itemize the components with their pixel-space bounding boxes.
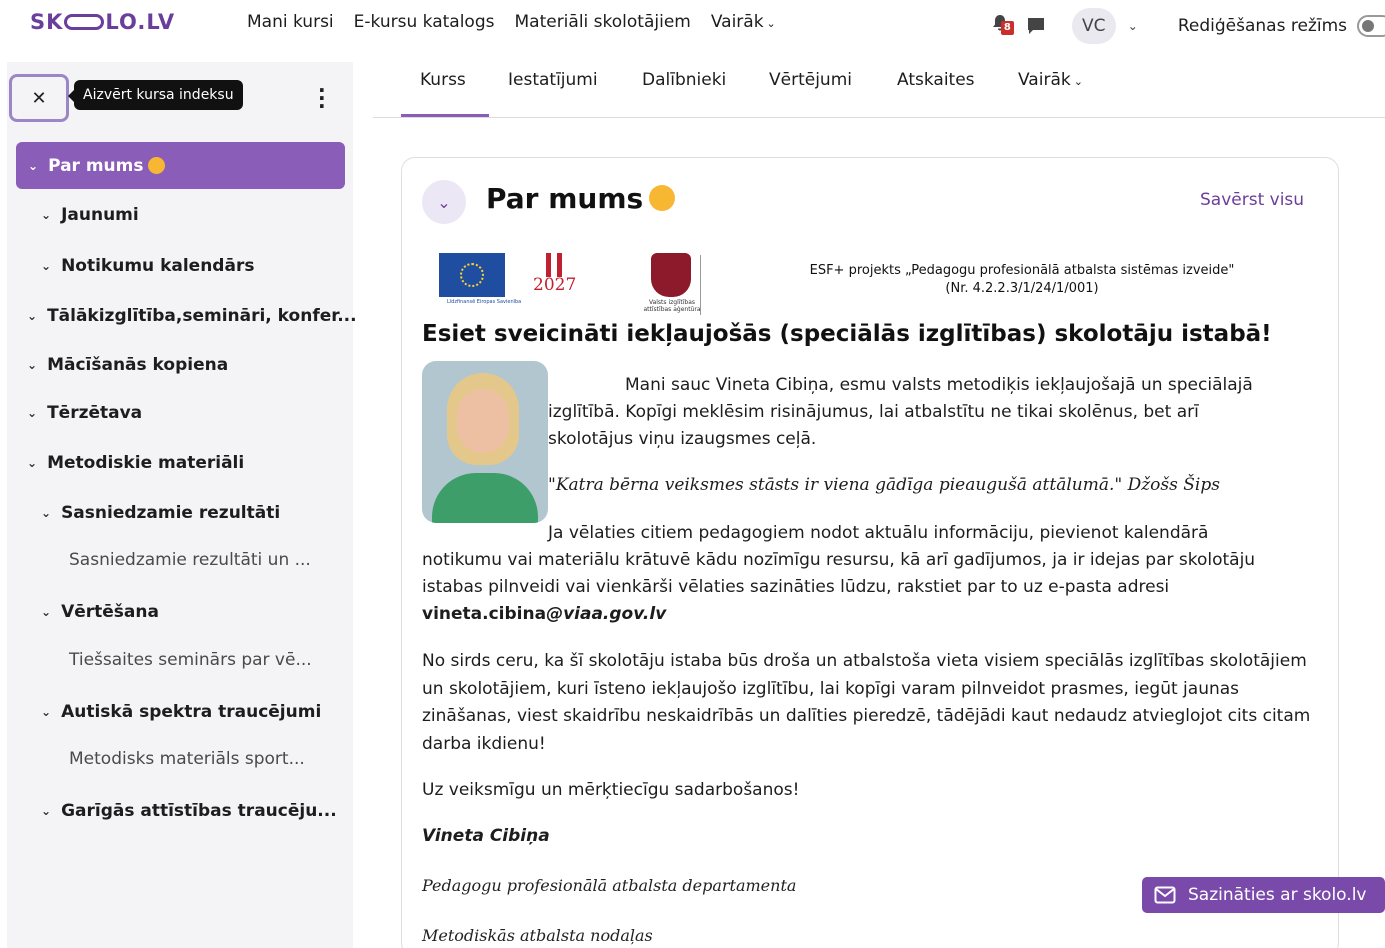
chevron-down-icon: ⌄ xyxy=(27,406,38,420)
course-index-activity[interactable]: Tiešsaites seminārs par vē... xyxy=(69,650,312,670)
eu-logo-caption: Līdzfinansē Eiropas Savienība xyxy=(447,299,522,305)
agency-logo-caption: Valsts izglītības attīstības aģentūra xyxy=(643,299,701,313)
photo-face xyxy=(457,389,509,453)
logo-oo-mark xyxy=(64,14,105,30)
tab-more[interactable]: Vairāk ⌄ xyxy=(1018,70,1083,90)
logo-2027-bars xyxy=(546,253,562,277)
course-secondary-nav: Kurss Iestatījumi Dalībnieki Vērtējumi A… xyxy=(373,62,1385,118)
section-title: Par mums xyxy=(486,182,676,215)
chevron-down-icon: ⌄ xyxy=(766,17,776,30)
photo-body xyxy=(432,473,538,523)
user-menu-chevron-icon[interactable]: ⌄ xyxy=(1128,19,1138,33)
eu-stars-icon xyxy=(460,263,484,287)
course-index-section[interactable]: ⌄ Sasniedzamie rezultāti xyxy=(41,490,280,536)
course-index-section[interactable]: ⌄ Mācīšanās kopiena xyxy=(27,342,228,388)
messages-icon[interactable] xyxy=(1026,16,1046,36)
course-index-section-active[interactable]: ⌄ Par mums xyxy=(16,142,345,189)
course-index-drawer: ✕ Aizvērt kursa indeksu · · · ⌄ Par mums ⌄… xyxy=(7,62,357,948)
contact-paragraph-line: istabas pilnveidi vai vienkārši vēlaties… xyxy=(422,577,1170,597)
chevron-down-icon: ⌄ xyxy=(41,804,52,818)
contact-paragraph-line: Ja vēlaties citiem pedagogiem nodot aktu… xyxy=(548,523,1209,543)
envelope-icon xyxy=(1154,886,1176,904)
tab-course[interactable]: Kurss xyxy=(420,70,466,90)
coat-of-arms-logo xyxy=(651,253,691,297)
course-index-section[interactable]: ⌄ Jaunumi xyxy=(41,192,139,238)
top-navbar: SK LO.LV Mani kursi E-kursu katalogs Mate… xyxy=(0,0,1385,50)
chevron-down-icon: ⌄ xyxy=(41,208,52,222)
chevron-down-icon: ⌄ xyxy=(27,309,38,323)
edit-mode-label: Rediģēšanas režīms xyxy=(1177,16,1347,36)
signature-name: Vineta Cibiņa xyxy=(422,826,550,846)
quote-text: "Katra bērna veiksmes stāsts ir viena gā… xyxy=(548,475,1220,495)
edit-mode-toggle[interactable] xyxy=(1357,15,1385,37)
contact-skolo-button[interactable]: Sazināties ar skolo.lv xyxy=(1142,877,1385,913)
section-collapse-button[interactable]: ⌄ xyxy=(422,180,466,224)
course-index-section[interactable]: ⌄ Tērzētava xyxy=(27,390,142,436)
intro-text-line: Mani sauc Vineta Cibiņa, esmu valsts met… xyxy=(625,375,1253,395)
welcome-heading: Esiet sveicināti iekļaujošās (speciālās … xyxy=(422,321,1272,347)
chevron-down-icon: ⌄ xyxy=(437,192,451,212)
smiley-emoji-icon xyxy=(649,185,676,211)
close-icon: ✕ xyxy=(31,87,47,109)
course-index-section[interactable]: ⌄ Vērtēšana xyxy=(41,589,159,635)
tab-grades[interactable]: Vērtējumi xyxy=(769,70,852,90)
chevron-down-icon: ⌄ xyxy=(28,158,39,173)
chevron-down-icon: ⌄ xyxy=(1073,75,1083,88)
tab-reports[interactable]: Atskaites xyxy=(897,70,975,90)
course-index-section[interactable]: ⌄ Tālākizglītība,semināri, konfer... xyxy=(27,293,357,339)
signature-unit: Metodiskās atbalsta nodaļas xyxy=(422,926,653,945)
contact-email-link[interactable]: vineta.cibina@viaa.gov.lv xyxy=(422,601,666,629)
nav-link-more[interactable]: Vairāk ⌄ xyxy=(711,12,776,32)
hope-paragraph: No sirds ceru, ka šī skolotāju istaba bū… xyxy=(422,651,1311,754)
primary-nav: Mani kursi E-kursu katalogs Materiāli sk… xyxy=(247,12,776,32)
nav-link-catalog[interactable]: E-kursu katalogs xyxy=(354,12,495,32)
course-index-activity[interactable]: Metodisks materiāls sport... xyxy=(69,749,305,769)
tab-settings[interactable]: Iestatījumi xyxy=(508,70,598,90)
intro-text-line: skolotājus viņu izaugsmes ceļā. xyxy=(548,429,817,449)
course-index-section[interactable]: ⌄ Autiskā spektra traucējumi xyxy=(41,689,321,735)
tab-participants[interactable]: Dalībnieki xyxy=(642,70,726,90)
intro-text-line: izglītībā. Kopīgi meklēsim risinājumus, … xyxy=(548,402,1199,422)
course-index-section[interactable]: ⌄ Garīgās attīstības traucēju... xyxy=(41,788,337,834)
esf-project-text: ESF+ projekts „Pedagogu profesionālā atb… xyxy=(809,263,1235,296)
chevron-down-icon: ⌄ xyxy=(27,358,38,372)
user-avatar[interactable]: VC xyxy=(1071,8,1116,44)
course-section-card: ⌄ Par mums Savērst visu Līdzfinansē Eiro… xyxy=(401,157,1339,948)
contact-paragraph-line: notikumu vai materiālu krātuvē kādu nozī… xyxy=(422,550,1256,570)
smiley-emoji-icon xyxy=(147,157,165,174)
chevron-down-icon: ⌄ xyxy=(41,705,52,719)
logo-2027: 2027 xyxy=(533,253,581,313)
active-tab-indicator xyxy=(401,114,489,117)
signature-department: Pedagogu profesionālā atbalsta departame… xyxy=(422,876,797,895)
navbar-user-area: 8 VC ⌄ Rediģēšanas režīms xyxy=(990,8,1385,44)
eu-flag-logo xyxy=(439,253,505,297)
course-index-activity[interactable]: Sasniedzamie rezultāti un ... xyxy=(69,550,311,570)
collapse-all-link[interactable]: Savērst visu xyxy=(1200,190,1304,210)
close-course-index-button[interactable]: ✕ xyxy=(9,74,69,122)
nav-link-teacher-materials[interactable]: Materiāli skolotājiem xyxy=(514,12,690,32)
course-index-section[interactable]: ⌄ Notikumu kalendārs xyxy=(41,243,254,289)
nav-link-my-courses[interactable]: Mani kursi xyxy=(247,12,334,32)
kebab-menu-icon[interactable]: · · · xyxy=(318,80,326,116)
site-logo[interactable]: SK LO.LV xyxy=(30,10,175,34)
notification-count-badge: 8 xyxy=(1000,21,1014,35)
chevron-down-icon: ⌄ xyxy=(27,456,38,470)
notifications-button[interactable]: 8 xyxy=(990,13,1016,39)
author-photo xyxy=(422,361,548,523)
partner-logos: Līdzfinansē Eiropas Savienība 2027 Valst… xyxy=(439,253,701,315)
course-index-section[interactable]: ⌄ Metodiskie materiāli xyxy=(27,440,244,486)
chevron-down-icon: ⌄ xyxy=(41,259,52,273)
close-tooltip: Aizvērt kursa indeksu xyxy=(68,80,243,110)
chevron-down-icon: ⌄ xyxy=(41,506,52,520)
chevron-down-icon: ⌄ xyxy=(41,605,52,619)
cooperation-paragraph: Uz veiksmīgu un mērķtiecīgu sadarbošanos… xyxy=(422,780,800,800)
logo-divider xyxy=(700,255,701,315)
